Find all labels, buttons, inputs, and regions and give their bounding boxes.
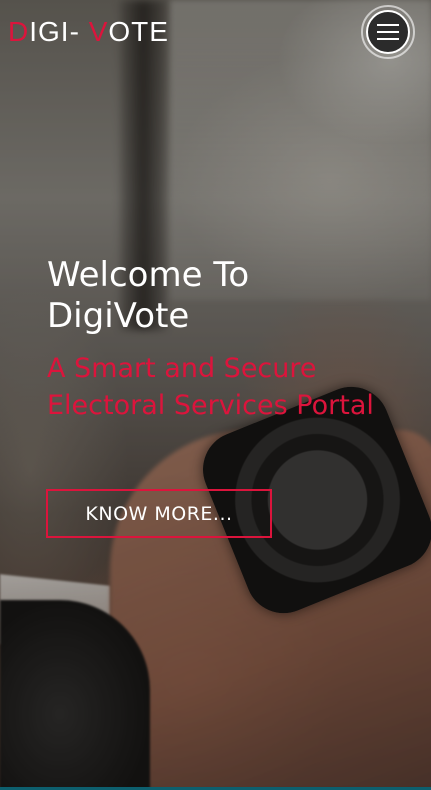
hero-title: Welcome To DigiVote	[47, 255, 250, 336]
hero-subtitle: A Smart and Secure Electoral Services Po…	[47, 353, 374, 421]
menu-toggle-button[interactable]	[361, 5, 415, 59]
brand-text: IGI-	[29, 16, 89, 47]
hamburger-menu-icon	[366, 10, 410, 54]
know-more-button[interactable]: KNOW MORE...	[46, 489, 272, 538]
brand-accent-letter: D	[8, 16, 30, 47]
brand-text: OTE	[108, 16, 169, 47]
hero-section: DIGI- VOTE Welcome To DigiVote A Smart a…	[0, 0, 431, 790]
brand-accent-letter: V	[88, 16, 109, 47]
brand-logo[interactable]: DIGI- VOTE	[8, 16, 169, 48]
